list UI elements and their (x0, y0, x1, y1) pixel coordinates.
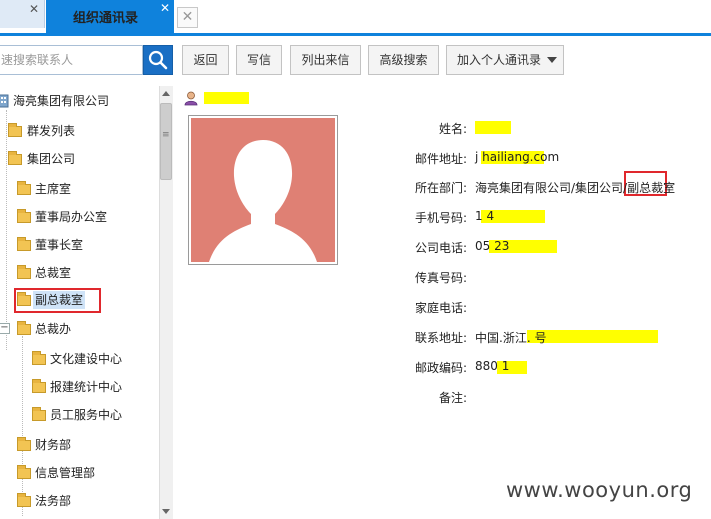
avatar-placeholder (191, 118, 335, 262)
tree-label: 总裁办 (35, 322, 72, 336)
tree-label: 信息管理部 (35, 466, 96, 480)
tree-label: 法务部 (35, 494, 72, 508)
tab-org-directory[interactable]: 组织通讯录 ✕ (46, 0, 174, 33)
tree-guide (6, 110, 7, 350)
field-value-mobile: 1 4 (475, 209, 495, 223)
field-value-address: 中国.浙江. 号 (475, 331, 547, 345)
advanced-search-button[interactable]: 高级搜索 (368, 45, 439, 75)
search-icon (148, 50, 168, 70)
close-icon[interactable]: ✕ (29, 2, 39, 16)
building-icon (0, 94, 9, 108)
folder-icon (17, 493, 31, 507)
tree-label: 财务部 (35, 438, 72, 452)
field-value-postcode: 880 1 (475, 359, 510, 373)
tree-label: 群发列表 (27, 124, 76, 138)
add-personal-contacts-button[interactable]: 加入个人通讯录 (446, 45, 564, 75)
field-value-email: j hailiang.com (475, 150, 560, 164)
tree-label: 文化建设中心 (50, 352, 123, 366)
tree-label: 集团公司 (27, 152, 76, 166)
default-person-icon (209, 140, 317, 262)
scrollbar-thumb[interactable] (160, 103, 172, 180)
redaction (527, 330, 658, 343)
folder-icon (17, 292, 31, 306)
folder-icon (17, 237, 31, 251)
add-personal-label: 加入个人通讯录 (457, 53, 542, 67)
folder-icon (32, 351, 46, 365)
tree-label: 海亮集团有限公司 (13, 94, 110, 108)
tree-label: 员工服务中心 (50, 408, 123, 422)
search-button[interactable] (143, 45, 173, 75)
scroll-down-icon[interactable] (160, 505, 172, 517)
tree-label: 董事长室 (35, 238, 84, 252)
back-button[interactable]: 返回 (182, 45, 229, 75)
tree-label: 主席室 (35, 182, 72, 196)
write-button[interactable]: 写信 (236, 45, 282, 75)
search-input[interactable]: 速搜索联系人 (0, 45, 143, 75)
tab-previous[interactable]: ✕ (0, 0, 45, 28)
folder-icon (17, 265, 31, 279)
field-label-home-phone: 家庭电话: (414, 301, 467, 315)
folder-icon (17, 465, 31, 479)
field-value-department: 海亮集团有限公司/集团公司/副总裁室 (475, 181, 676, 195)
tree-label: 董事局办公室 (35, 210, 108, 224)
folder-icon (17, 437, 31, 451)
tree-label: 报建统计中心 (50, 380, 123, 394)
folder-icon (17, 181, 31, 195)
close-icon[interactable]: ✕ (160, 1, 170, 15)
folder-icon (17, 321, 31, 335)
new-tab-icon[interactable]: ✕ (177, 7, 198, 28)
folder-icon (32, 407, 46, 421)
name-redaction (204, 92, 249, 104)
folder-icon (8, 151, 22, 165)
field-label-email: 邮件地址: (414, 152, 467, 166)
tab-underline (0, 33, 711, 36)
redaction (475, 121, 511, 134)
tree-label: 副总裁室 (35, 293, 84, 307)
tree-label: 总裁室 (35, 266, 72, 280)
field-value-office-phone: 05 23 (475, 239, 510, 253)
user-icon (184, 91, 198, 106)
field-label-address: 联系地址: (414, 331, 467, 345)
tab-bar: ✕ 组织通讯录 ✕ ✕ (0, 0, 711, 33)
field-label-office-phone: 公司电话: (414, 241, 467, 255)
collapse-icon[interactable]: − (0, 323, 10, 334)
tree-guide (22, 336, 23, 516)
tab-label: 组织通讯录 (72, 11, 138, 26)
field-label-mobile: 手机号码: (414, 211, 467, 225)
list-mail-button[interactable]: 列出来信 (290, 45, 361, 75)
folder-icon (8, 123, 22, 137)
field-label-fax: 传真号码: (414, 271, 467, 285)
field-label-remarks: 备注: (438, 391, 467, 405)
field-label-name: 姓名: (438, 122, 467, 136)
avatar (188, 115, 338, 265)
folder-icon (32, 379, 46, 393)
field-label-department: 所在部门: (414, 181, 467, 195)
watermark: www.wooyun.org (506, 478, 693, 502)
field-label-postcode: 邮政编码: (414, 361, 467, 375)
folder-icon (17, 209, 31, 223)
scroll-up-icon[interactable] (160, 88, 172, 100)
dropdown-caret-icon (547, 57, 557, 63)
